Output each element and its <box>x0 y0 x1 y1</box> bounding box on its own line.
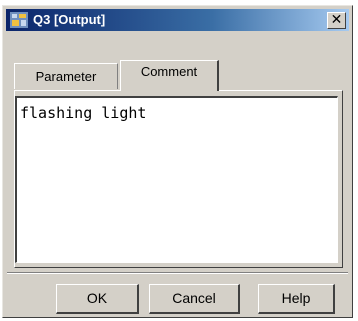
close-button[interactable]: ✕ <box>327 12 346 29</box>
tab-comment[interactable]: Comment <box>120 60 219 91</box>
ok-button[interactable]: OK <box>56 284 139 314</box>
tab-parameter-label: Parameter <box>35 69 97 84</box>
program-block-icon <box>10 12 28 28</box>
dialog-window: Q3 [Output] ✕ Parameter Comment flashing… <box>2 5 353 318</box>
close-icon: ✕ <box>330 12 343 28</box>
title-bar[interactable]: Q3 [Output] ✕ <box>6 9 349 31</box>
window-title: Q3 [Output] <box>33 12 106 27</box>
comment-textarea[interactable]: flashing light <box>15 96 338 263</box>
cancel-button[interactable]: Cancel <box>149 284 240 314</box>
help-button[interactable]: Help <box>258 284 335 314</box>
separator <box>7 272 348 274</box>
comment-text: flashing light <box>20 104 147 122</box>
tab-parameter[interactable]: Parameter <box>14 63 118 89</box>
tab-comment-label: Comment <box>140 64 198 79</box>
